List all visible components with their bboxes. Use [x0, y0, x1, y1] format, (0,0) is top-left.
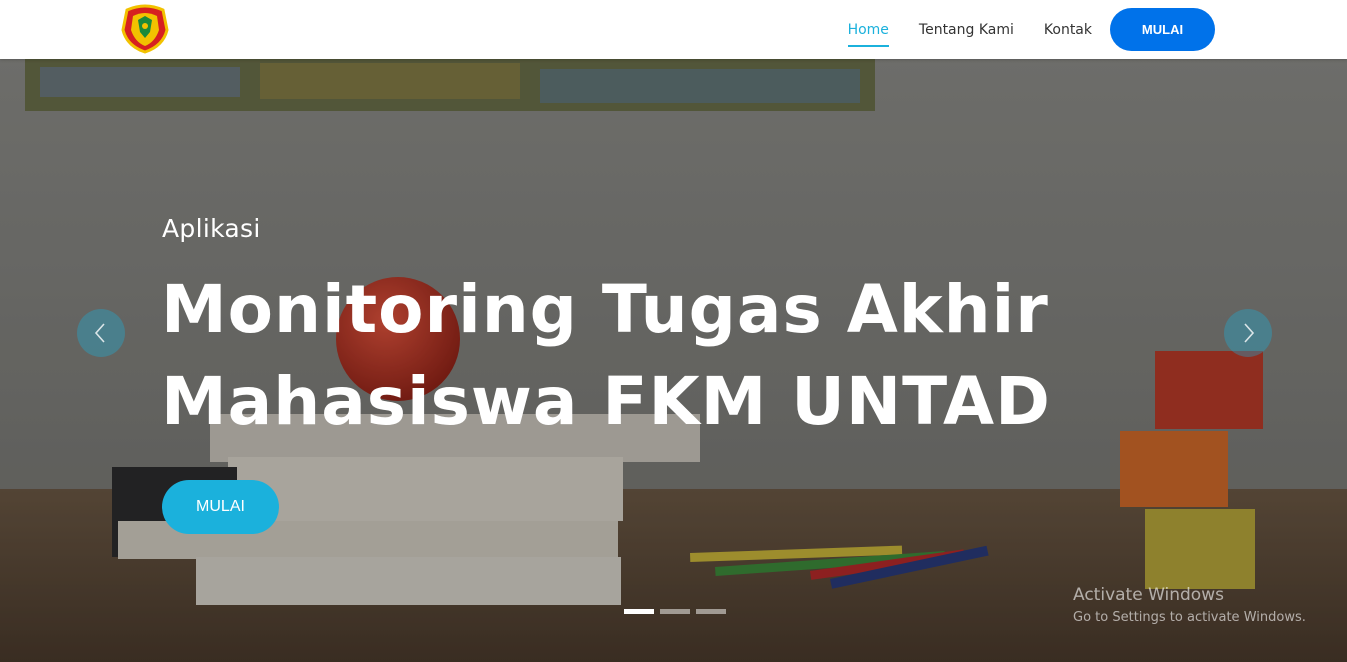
carousel-indicators [624, 609, 732, 614]
carousel-indicator-2[interactable] [660, 609, 690, 614]
carousel-prev-button[interactable] [77, 309, 125, 357]
nav-kontak[interactable]: Kontak [1044, 22, 1092, 38]
site-header: Home Tentang Kami Kontak MULAI [0, 0, 1347, 59]
carousel-indicator-3[interactable] [696, 609, 726, 614]
hero-title-line-1: Monitoring Tugas Akhir [161, 271, 1049, 348]
hero-title: Monitoring Tugas Akhir Mahasiswa FKM UNT… [161, 264, 1221, 448]
activate-windows-title: Activate Windows [1073, 585, 1224, 605]
nav-tentang-kami[interactable]: Tentang Kami [919, 22, 1014, 38]
carousel-next-button[interactable] [1224, 309, 1272, 357]
hero-subtitle: Aplikasi [162, 214, 261, 243]
main-nav: Home Tentang Kami Kontak MULAI [847, 8, 1215, 51]
chevron-left-icon [94, 323, 105, 343]
carousel-indicator-1[interactable] [624, 609, 654, 614]
hero-title-line-2: Mahasiswa FKM UNTAD [161, 363, 1051, 440]
untad-crest-icon[interactable] [119, 4, 171, 54]
nav-home[interactable]: Home [847, 22, 890, 47]
mulai-header-button[interactable]: MULAI [1110, 8, 1215, 51]
mulai-hero-button[interactable]: MULAI [162, 480, 279, 534]
chevron-right-icon [1244, 323, 1255, 343]
hero-carousel: Aplikasi Monitoring Tugas Akhir Mahasisw… [0, 59, 1347, 662]
activate-windows-subtitle: Go to Settings to activate Windows. [1073, 610, 1306, 625]
